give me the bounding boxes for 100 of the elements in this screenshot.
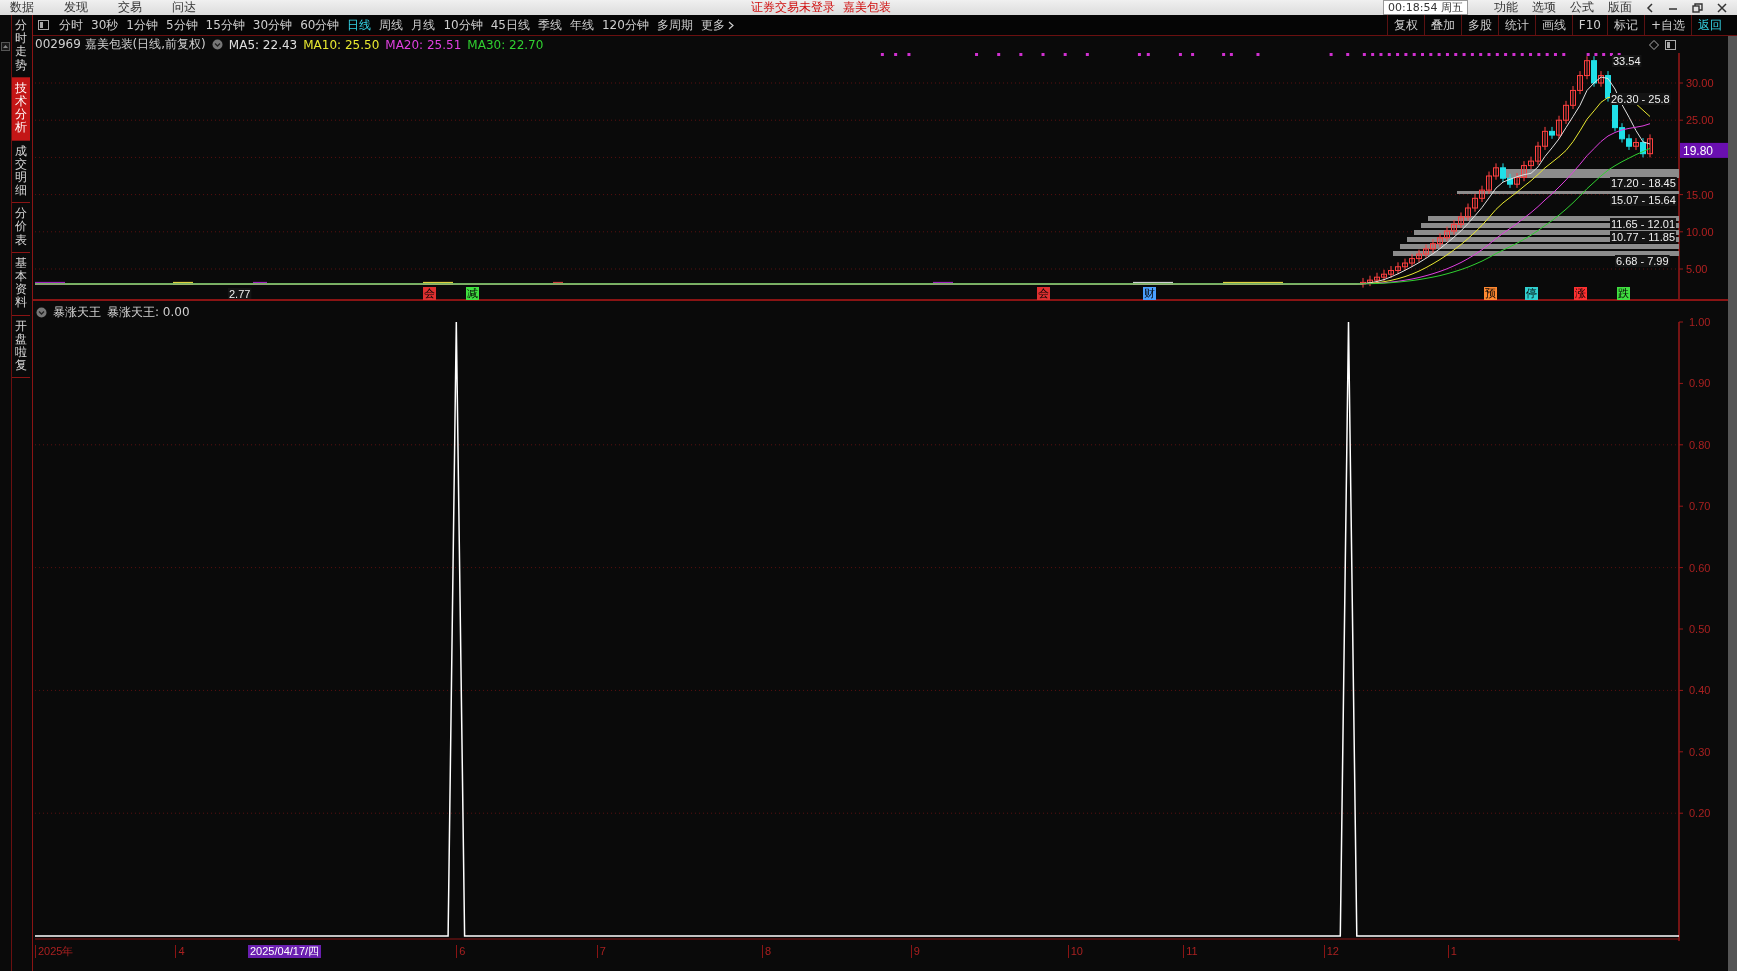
period-tab[interactable]: 60分钟 [296, 15, 344, 35]
event-marker[interactable]: 预 [1484, 287, 1497, 300]
ma-value: MA30: 22.70 [467, 37, 544, 52]
event-marker[interactable]: 会 [1037, 287, 1050, 300]
axis-label: 15.00 [1686, 188, 1714, 201]
axis-label: 5.00 [1686, 263, 1708, 275]
period-tab[interactable]: 45日线 [486, 15, 534, 35]
chevron-right-icon [727, 20, 734, 30]
axis-label: 1.00 [1689, 316, 1711, 328]
date-cursor-label: 2025/04/17/四 [248, 945, 322, 958]
panel-icon[interactable] [1665, 39, 1676, 50]
current-price-badge: 19.80 [1680, 142, 1728, 158]
period-tab[interactable]: 季线 [533, 15, 566, 35]
price-label: 26.30 - 25.8 [1611, 93, 1670, 105]
price-label: 2.77 [229, 288, 251, 300]
indicator-name: 暴涨天王 [53, 304, 101, 321]
dropdown-icon[interactable] [211, 39, 223, 50]
event-marker[interactable]: 减 [466, 287, 479, 300]
price-label: 15.07 - 15.64 [1611, 194, 1676, 206]
axis-label: 0.20 [1689, 807, 1711, 820]
chevron-left-icon[interactable] [1646, 2, 1654, 13]
toolbar-button[interactable]: +自选 [1643, 15, 1691, 35]
axis-label: 8 [762, 945, 772, 958]
sidebar-tab[interactable]: 基本资料 [12, 252, 30, 316]
axis-label: 25.00 [1686, 114, 1714, 127]
event-marker[interactable]: 跌 [1617, 287, 1630, 300]
axis-label: 10 [1067, 945, 1083, 958]
axis-label: 9 [910, 945, 920, 958]
clock-display: 00:18:54 周五 [1383, 0, 1468, 15]
scroll-up-icon[interactable] [1, 42, 10, 51]
axis-label: 6 [456, 945, 466, 958]
event-marker[interactable]: 涨 [1574, 287, 1587, 300]
toolbar-button[interactable]: F10 [1571, 15, 1607, 35]
toolbar-button[interactable]: 叠加 [1423, 15, 1461, 35]
toolbar-button[interactable]: 复权 [1386, 15, 1424, 35]
period-tab[interactable]: 周线 [375, 15, 408, 35]
close-icon[interactable] [1717, 2, 1727, 13]
more-button[interactable]: 更多 [696, 15, 738, 35]
axis-label: 0.60 [1689, 561, 1711, 574]
period-tab[interactable]: 10分钟 [439, 15, 487, 35]
event-marker[interactable]: 财 [1143, 287, 1156, 300]
axis-label: 0.30 [1689, 745, 1711, 758]
stock-name: 嘉美包装 [843, 0, 891, 16]
menu-item[interactable]: 公式 [1570, 0, 1594, 16]
menu-item[interactable]: 发现 [64, 0, 88, 16]
panel-toggle-icon[interactable] [38, 20, 49, 30]
axis-label: 0.50 [1689, 623, 1711, 635]
period-tab[interactable]: 分时 [55, 15, 87, 35]
event-marker[interactable]: 停 [1525, 287, 1538, 300]
dropdown-icon[interactable] [36, 307, 47, 318]
menu-item[interactable]: 版面 [1608, 0, 1632, 16]
login-status-text: 证券交易未登录 [751, 0, 835, 16]
sidebar-tab[interactable]: 分时走势 [12, 15, 30, 78]
ma-value: MA5: 22.43 [228, 37, 298, 52]
axis-label: 30.00 [1686, 77, 1714, 89]
price-label: 10.77 - 11.85 [1611, 231, 1675, 243]
axis-label: 0.40 [1689, 684, 1711, 697]
axis-label: 4 [175, 945, 185, 958]
axis-label: 0.90 [1689, 377, 1711, 390]
price-label: 6.68 - 7.99 [1616, 255, 1669, 267]
period-tab[interactable]: 15分钟 [201, 15, 249, 35]
sidebar-tab[interactable]: 开盘啦复 [12, 315, 30, 379]
toolbar-button[interactable]: 画线 [1534, 15, 1572, 35]
sidebar-tab[interactable]: 技术分析 [12, 77, 30, 141]
period-tab[interactable]: 30秒 [87, 15, 123, 35]
toolbar-button[interactable]: 返回 [1691, 15, 1728, 35]
period-tab[interactable]: 120分钟 [597, 15, 653, 35]
ma-value: MA10: 25.50 [303, 37, 380, 52]
axis-label: 2025年 [35, 945, 74, 958]
price-label: 33.54 [1613, 55, 1641, 67]
toolbar-button[interactable]: 标记 [1606, 15, 1644, 35]
menu-item[interactable]: 问达 [172, 0, 196, 16]
menu-item[interactable]: 功能 [1494, 0, 1518, 16]
ma-value: MA20: 25.51 [385, 37, 462, 52]
event-marker[interactable]: 会 [423, 287, 436, 300]
menu-item[interactable]: 数据 [10, 0, 34, 16]
axis-label: 1 [1447, 945, 1457, 958]
axis-label: 7 [596, 945, 606, 958]
sidebar-tab[interactable]: 分价表 [12, 203, 30, 253]
restore-icon[interactable] [1692, 2, 1703, 13]
axis-label: 11 [1183, 945, 1198, 958]
menu-item[interactable]: 交易 [118, 0, 142, 16]
price-label: 17.20 - 18.45 [1611, 177, 1676, 189]
period-tab[interactable]: 日线 [343, 15, 376, 35]
diamond-icon[interactable] [1649, 39, 1659, 50]
toolbar-button[interactable]: 统计 [1497, 15, 1535, 35]
axis-label: 0.70 [1689, 500, 1711, 513]
period-tab[interactable]: 5分钟 [161, 15, 202, 35]
toolbar-button[interactable]: 多股 [1460, 15, 1498, 35]
sidebar-tab[interactable]: 成交明细 [12, 140, 30, 204]
period-tab[interactable]: 月线 [407, 15, 440, 35]
period-tab[interactable]: 年线 [565, 15, 598, 35]
axis-label: 12 [1323, 945, 1339, 958]
price-label: 11.65 - 12.01 [1611, 218, 1675, 230]
period-tab[interactable]: 1分钟 [122, 15, 162, 35]
menu-item[interactable]: 选项 [1532, 0, 1556, 16]
period-tab[interactable]: 多周期 [652, 15, 697, 35]
period-tab[interactable]: 30分钟 [248, 15, 297, 35]
stock-title: 002969 嘉美包装(日线,前复权) [35, 36, 206, 53]
indicator-reading: 暴涨天王: 0.00 [107, 304, 190, 321]
